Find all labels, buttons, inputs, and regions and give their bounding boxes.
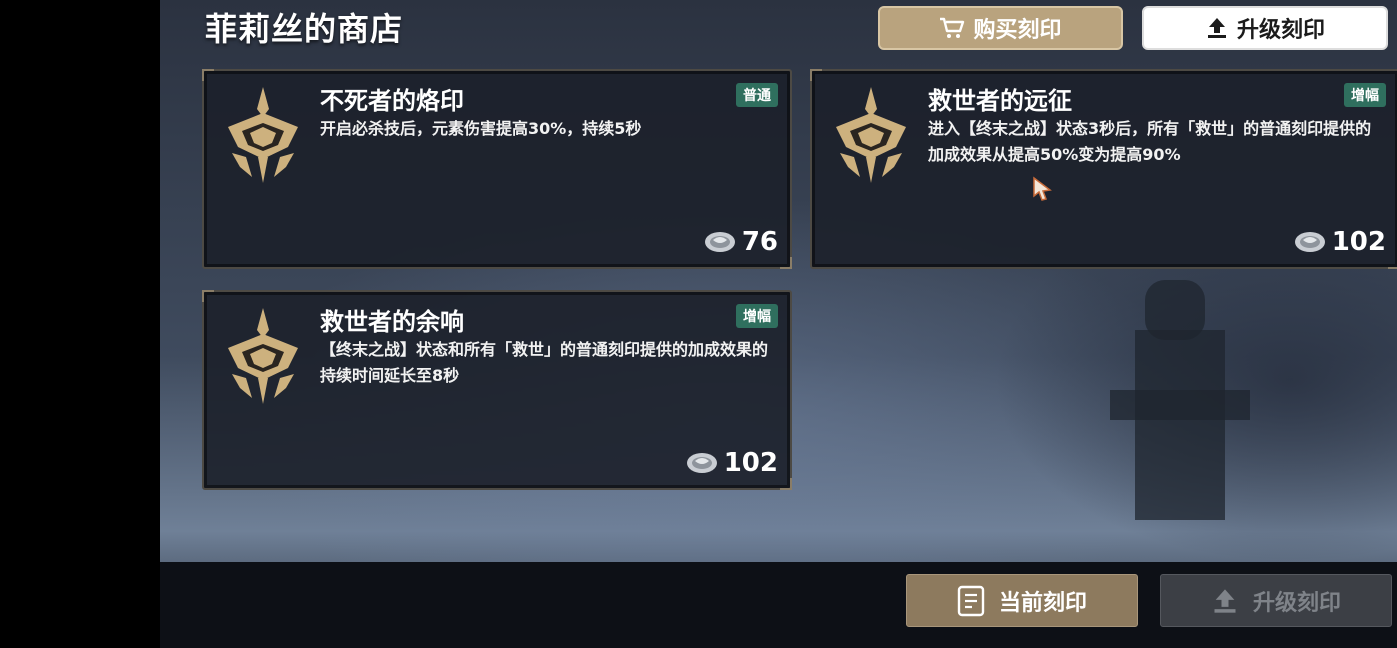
price: 102 bbox=[1294, 227, 1386, 257]
imprint-description: 【终末之战】状态和所有「救世」的普通刻印提供的加成效果的持续时间延长至8秒 bbox=[320, 340, 769, 385]
current-imprint-button[interactable]: 当前刻印 bbox=[906, 574, 1138, 627]
imprint-emblem-icon bbox=[228, 308, 298, 404]
document-icon bbox=[957, 585, 985, 616]
cart-icon bbox=[940, 17, 965, 38]
rarity-tag: 普通 bbox=[736, 83, 778, 107]
price-value: 102 bbox=[1331, 227, 1386, 257]
imprint-name: 救世者的余响 bbox=[320, 308, 464, 336]
rarity-tag: 增幅 bbox=[1344, 83, 1386, 107]
upgrade-imprint-button[interactable]: 升级刻印 bbox=[1160, 574, 1392, 627]
tab-upgrade-imprint[interactable]: 升级刻印 bbox=[1142, 6, 1388, 50]
price: 76 bbox=[704, 227, 778, 257]
imprint-description: 进入【终末之战】状态3秒后，所有「救世」的普通刻印提供的加成效果从提高50%变为… bbox=[928, 119, 1372, 164]
imprint-card[interactable]: 不死者的烙印 普通 开启必杀技后，元素伤害提高30%，持续5秒 76 bbox=[202, 69, 792, 269]
imprint-card[interactable]: 救世者的余响 增幅 【终末之战】状态和所有「救世」的普通刻印提供的加成效果的持续… bbox=[202, 290, 792, 490]
upload-icon bbox=[1207, 18, 1226, 38]
current-imprint-label: 当前刻印 bbox=[998, 590, 1087, 616]
price-value: 76 bbox=[741, 227, 778, 257]
background-tower-body bbox=[1135, 330, 1225, 520]
imprint-card[interactable]: 救世者的远征 增幅 进入【终末之战】状态3秒后，所有「救世」的普通刻印提供的加成… bbox=[810, 69, 1397, 269]
upgrade-imprint-label: 升级刻印 bbox=[1252, 590, 1341, 616]
currency-icon bbox=[686, 453, 717, 473]
imprint-emblem-icon bbox=[836, 87, 906, 183]
currency-icon bbox=[1294, 232, 1325, 252]
imprint-name: 救世者的远征 bbox=[928, 87, 1072, 115]
imprint-description: 开启必杀技后，元素伤害提高30%，持续5秒 bbox=[320, 119, 642, 138]
currency-icon bbox=[704, 232, 735, 252]
tab-buy-label: 购买刻印 bbox=[973, 18, 1062, 43]
price-value: 102 bbox=[723, 448, 778, 478]
background-tower-ledge bbox=[1110, 390, 1250, 420]
shop-title: 菲莉丝的商店 bbox=[205, 10, 404, 48]
tab-upgrade-label: 升级刻印 bbox=[1236, 18, 1325, 43]
imprint-name: 不死者的烙印 bbox=[320, 87, 464, 115]
shop-screen: 菲莉丝的商店 购买刻印 升级刻印 不死者的烙印 普通 开启必杀技后，元素伤害提高… bbox=[160, 0, 1397, 648]
price: 102 bbox=[686, 448, 778, 478]
cursor-icon bbox=[1033, 176, 1052, 201]
imprint-emblem-icon bbox=[228, 87, 298, 183]
upload-icon bbox=[1214, 588, 1236, 613]
tab-buy-imprint[interactable]: 购买刻印 bbox=[878, 6, 1123, 50]
rarity-tag: 增幅 bbox=[736, 304, 778, 328]
